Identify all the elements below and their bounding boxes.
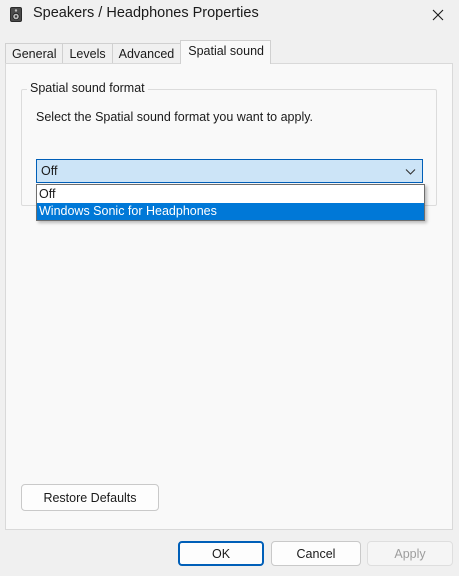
ok-button[interactable]: OK bbox=[178, 541, 264, 566]
speaker-device-icon bbox=[10, 7, 22, 22]
dropdown-option-windows-sonic[interactable]: Windows Sonic for Headphones bbox=[37, 203, 424, 220]
window-title: Speakers / Headphones Properties bbox=[33, 5, 259, 21]
restore-defaults-button[interactable]: Restore Defaults bbox=[21, 484, 159, 511]
close-button[interactable] bbox=[424, 2, 452, 28]
combobox-value: Off bbox=[41, 164, 58, 178]
tab-spatial-sound[interactable]: Spatial sound bbox=[180, 40, 271, 64]
dropdown-list: Off Windows Sonic for Headphones bbox=[36, 184, 425, 221]
tab-general[interactable]: General bbox=[5, 43, 64, 64]
dropdown-option-off[interactable]: Off bbox=[37, 186, 424, 203]
cancel-button[interactable]: Cancel bbox=[271, 541, 361, 566]
properties-dialog: Speakers / Headphones Properties General… bbox=[0, 0, 459, 576]
close-icon bbox=[432, 9, 444, 21]
apply-button[interactable]: Apply bbox=[367, 541, 453, 566]
instruction-text: Select the Spatial sound format you want… bbox=[36, 110, 314, 124]
chevron-down-icon bbox=[405, 169, 416, 175]
title-bar[interactable]: Speakers / Headphones Properties bbox=[0, 0, 459, 30]
tab-levels[interactable]: Levels bbox=[62, 43, 113, 64]
tab-strip: General Levels Advanced Spatial sound bbox=[5, 40, 271, 64]
tab-advanced[interactable]: Advanced bbox=[111, 43, 182, 64]
spatial-format-combobox[interactable]: Off bbox=[36, 159, 423, 183]
group-label: Spatial sound format bbox=[27, 81, 148, 95]
